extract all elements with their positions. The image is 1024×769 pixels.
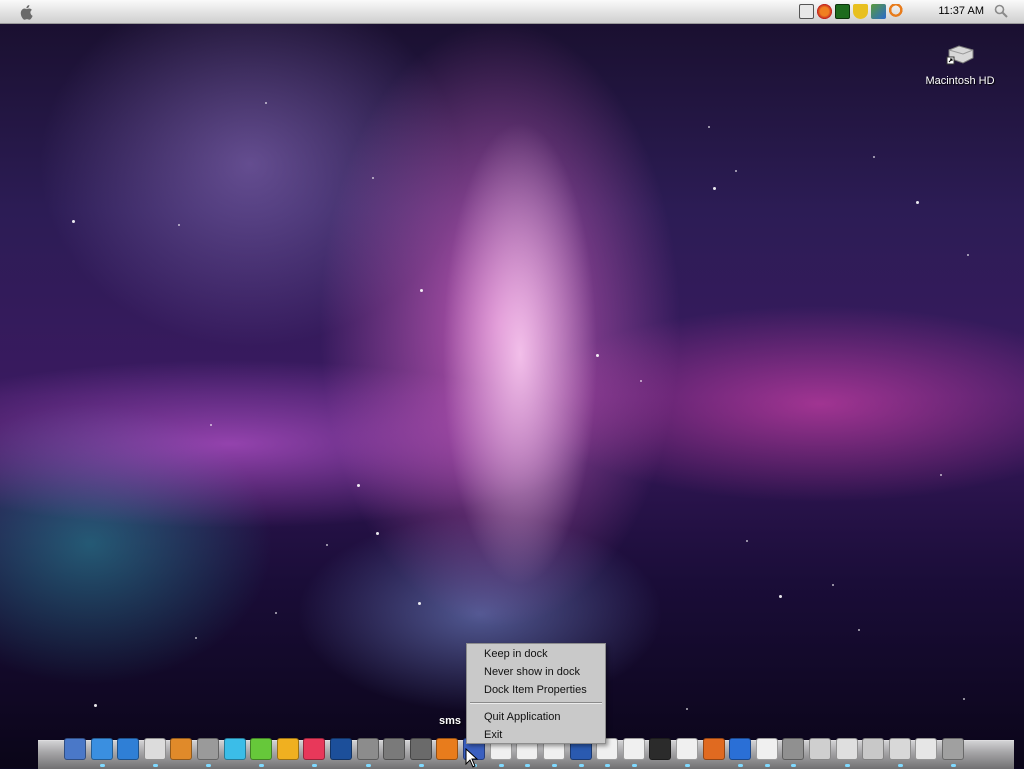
window-6-icon[interactable] — [623, 738, 645, 760]
photoshop-icon[interactable] — [330, 738, 352, 760]
doc-4-icon[interactable] — [862, 738, 884, 760]
app-x-icon[interactable] — [250, 738, 272, 760]
app-p-icon[interactable] — [277, 738, 299, 760]
spotlight-icon[interactable] — [994, 4, 1008, 18]
dock-running-indicator — [951, 764, 956, 767]
dock-running-indicator — [525, 764, 530, 767]
doc-6-icon[interactable] — [915, 738, 937, 760]
menu-separator — [470, 702, 602, 704]
dock-running-indicator — [791, 764, 796, 767]
hard-drive-icon — [946, 45, 974, 65]
window-7-icon[interactable] — [676, 738, 698, 760]
mouse-cursor-icon — [465, 748, 479, 768]
dock-running-indicator — [765, 764, 770, 767]
calculator-icon[interactable] — [197, 738, 219, 760]
system-tray — [799, 4, 904, 20]
menu-item-quit-application[interactable]: Quit Application — [484, 709, 560, 725]
shutdown-icon[interactable] — [410, 738, 432, 760]
keyboard-icon[interactable] — [799, 4, 814, 19]
menubar-clock[interactable]: 11:37 AM — [938, 5, 984, 17]
dock-running-indicator — [898, 764, 903, 767]
menu-item-never-show-in-dock[interactable]: Never show in dock — [484, 664, 580, 680]
menu-item-keep-in-dock[interactable]: Keep in dock — [484, 646, 548, 662]
butterfly-icon[interactable] — [817, 4, 832, 19]
dock-running-indicator — [259, 764, 264, 767]
finder-icon[interactable] — [64, 738, 86, 760]
search-app-icon[interactable] — [436, 738, 458, 760]
quicktime-icon[interactable] — [117, 738, 139, 760]
dock-running-indicator — [499, 764, 504, 767]
dock-running-indicator — [685, 764, 690, 767]
dock-running-indicator — [419, 764, 424, 767]
shield-icon[interactable] — [853, 4, 868, 19]
dock-running-indicator — [366, 764, 371, 767]
doc-2-icon[interactable] — [809, 738, 831, 760]
dock-tooltip: sms — [439, 715, 462, 727]
green-board-icon[interactable] — [835, 4, 850, 19]
macintosh-hd-icon[interactable]: Macintosh HD — [924, 44, 996, 94]
system-preferences-icon[interactable] — [357, 738, 379, 760]
help-icon[interactable] — [729, 738, 751, 760]
dock-running-indicator — [206, 764, 211, 767]
safari-icon[interactable] — [91, 738, 113, 760]
app-n-icon[interactable] — [303, 738, 325, 760]
search-tray-icon[interactable] — [889, 4, 904, 19]
network-icon[interactable] — [871, 4, 886, 19]
dock-context-menu: Keep in dock Never show in dock Dock Ite… — [466, 643, 606, 744]
dock-running-indicator — [632, 764, 637, 767]
dock-running-indicator — [579, 764, 584, 767]
menu-item-exit[interactable]: Exit — [484, 727, 502, 743]
app-a-icon[interactable] — [170, 738, 192, 760]
textedit-icon[interactable] — [144, 738, 166, 760]
dock-running-indicator — [605, 764, 610, 767]
window-8-icon[interactable] — [756, 738, 778, 760]
menu-bar: 11:37 AM — [0, 0, 1024, 24]
dock-running-indicator — [552, 764, 557, 767]
dock-running-indicator — [153, 764, 158, 767]
doc-5-icon[interactable] — [889, 738, 911, 760]
dock-running-indicator — [312, 764, 317, 767]
doc-3-icon[interactable] — [836, 738, 858, 760]
apple-icon[interactable] — [18, 3, 36, 21]
dock-running-indicator — [100, 764, 105, 767]
app-u-icon[interactable] — [224, 738, 246, 760]
trash-icon[interactable] — [942, 738, 964, 760]
utility-icon[interactable] — [383, 738, 405, 760]
monitor-icon[interactable] — [649, 738, 671, 760]
macintosh-hd-label: Macintosh HD — [925, 75, 995, 87]
menu-item-dock-item-properties[interactable]: Dock Item Properties — [484, 682, 587, 698]
dock-running-indicator — [845, 764, 850, 767]
butterfly-app-icon[interactable] — [703, 738, 725, 760]
dock-running-indicator — [738, 764, 743, 767]
doc-icon[interactable] — [782, 738, 804, 760]
